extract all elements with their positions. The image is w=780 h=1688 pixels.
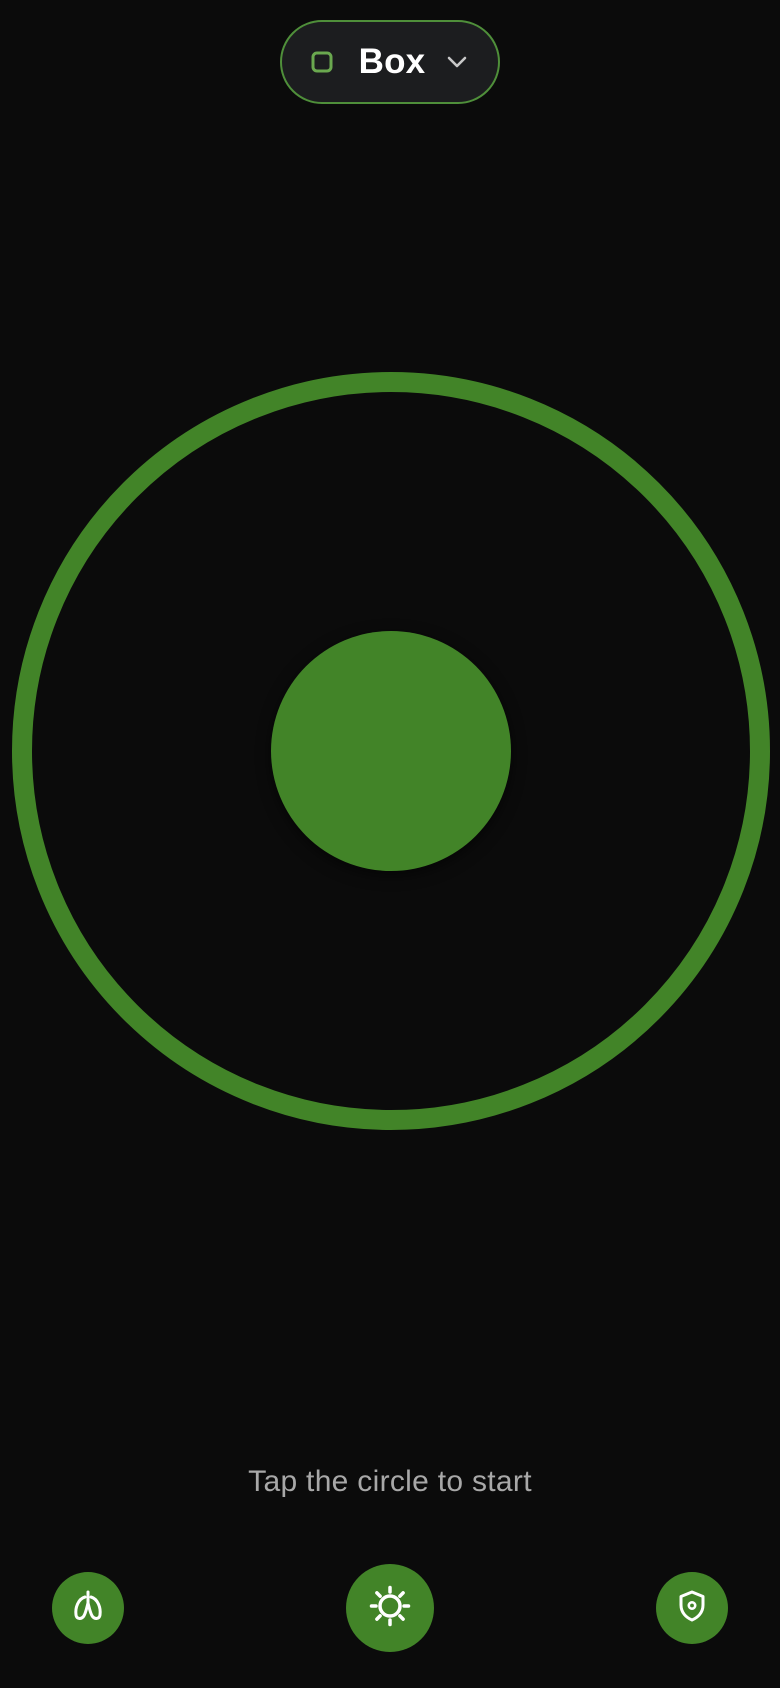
mode-selector-button[interactable]: Box [280,20,500,104]
shield-icon [675,1589,709,1628]
sun-icon [368,1584,412,1633]
square-icon [311,51,333,73]
breathing-exercises-button[interactable] [52,1572,124,1644]
start-hint-text: Tap the circle to start [248,1465,532,1498]
chevron-down-icon [445,50,469,74]
privacy-button[interactable] [656,1572,728,1644]
breathing-screen: Box Tap the circle to start [0,0,780,1688]
mode-label: Box [358,42,426,81]
breathing-start-circle[interactable] [271,631,511,871]
settings-button[interactable] [346,1564,434,1652]
lungs-icon [70,1588,106,1629]
